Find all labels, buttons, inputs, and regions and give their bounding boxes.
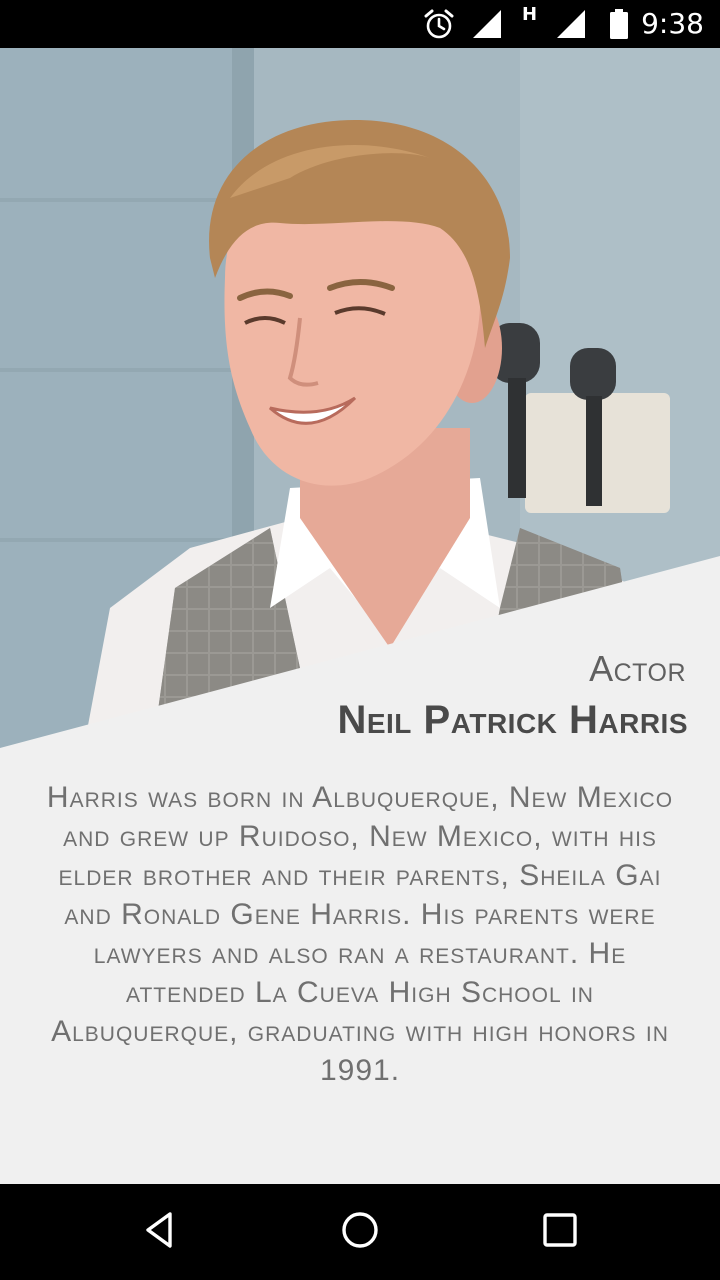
clock-time: 9:38 [641,7,704,40]
recents-icon [540,1210,580,1255]
back-icon [140,1210,180,1255]
recents-button[interactable] [530,1202,590,1262]
home-icon [340,1210,380,1255]
role-label: Actor [589,648,686,689]
signal-icon [470,0,504,48]
back-button[interactable] [130,1202,190,1262]
biography-text: Harris was born in Albuquerque, New Mexi… [46,781,674,1087]
signal-icon-2 [554,0,588,48]
network-type-label: H [522,4,538,25]
home-button[interactable] [330,1202,390,1262]
alarm-icon [422,0,456,48]
status-bar: H 9:38 [0,0,720,48]
navigation-bar [0,1184,720,1280]
battery-icon [606,0,632,48]
person-name: Neil Patrick Harris [337,698,688,742]
